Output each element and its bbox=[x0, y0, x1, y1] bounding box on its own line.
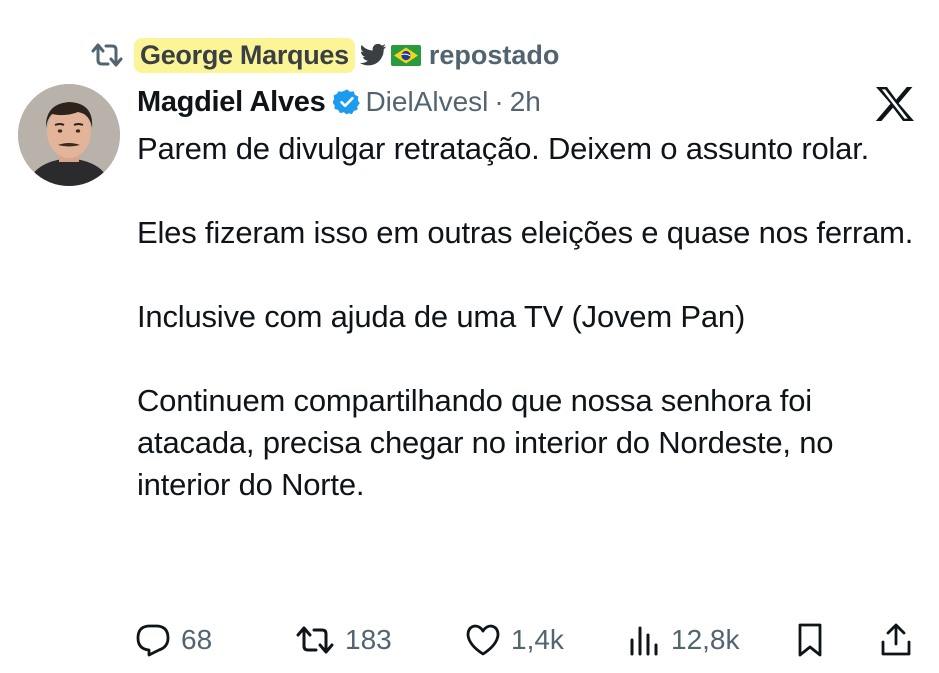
verified-badge-icon bbox=[333, 88, 361, 116]
brazil-flag-icon bbox=[390, 44, 421, 66]
tweet-header: Magdiel Alves DielAlvesl · 2h bbox=[137, 80, 541, 124]
repost-button[interactable]: 183 bbox=[295, 616, 392, 664]
share-icon bbox=[879, 622, 913, 658]
reposter-name[interactable]: George Marques bbox=[134, 37, 355, 73]
tweet-paragraph: Continuem compartilhando que nossa senho… bbox=[137, 383, 834, 502]
reply-count: 68 bbox=[181, 624, 213, 655]
action-bar: 68 183 1,4k 12,8k bbox=[135, 616, 925, 664]
repost-header: George Marques repostado bbox=[90, 36, 559, 74]
author-handle[interactable]: DielAlvesl bbox=[365, 86, 488, 118]
reply-icon bbox=[135, 623, 171, 657]
repost-icon bbox=[90, 40, 124, 70]
author-name[interactable]: Magdiel Alves bbox=[137, 86, 326, 119]
views-button[interactable]: 12,8k bbox=[627, 616, 740, 664]
share-button[interactable] bbox=[879, 616, 913, 664]
bookmark-icon bbox=[795, 622, 825, 658]
views-icon bbox=[627, 623, 661, 657]
tweet-paragraph: Eles fizeram isso em outras eleições e q… bbox=[137, 215, 914, 250]
bookmark-button[interactable] bbox=[795, 616, 825, 664]
avatar[interactable] bbox=[18, 84, 120, 186]
twitter-bird-icon bbox=[359, 43, 387, 67]
repost-icon bbox=[295, 623, 335, 657]
x-logo-icon bbox=[875, 86, 915, 122]
like-button[interactable]: 1,4k bbox=[465, 616, 564, 664]
like-count: 1,4k bbox=[511, 624, 564, 655]
heart-icon bbox=[465, 623, 501, 657]
tweet-text: Parem de divulgar retratação. Deixem o a… bbox=[137, 128, 927, 506]
repost-count: 183 bbox=[345, 624, 392, 655]
tweet-paragraph: Parem de divulgar retratação. Deixem o a… bbox=[137, 131, 870, 166]
repost-label: repostado bbox=[428, 39, 560, 70]
reply-button[interactable]: 68 bbox=[135, 616, 212, 664]
tweet-paragraph: Inclusive com ajuda de uma TV (Jovem Pan… bbox=[137, 299, 746, 334]
tweet-card: George Marques repostado Magdiel Alves D… bbox=[0, 0, 939, 673]
separator-dot: · bbox=[494, 86, 504, 117]
views-count: 12,8k bbox=[671, 624, 740, 655]
timestamp[interactable]: 2h bbox=[510, 86, 541, 118]
